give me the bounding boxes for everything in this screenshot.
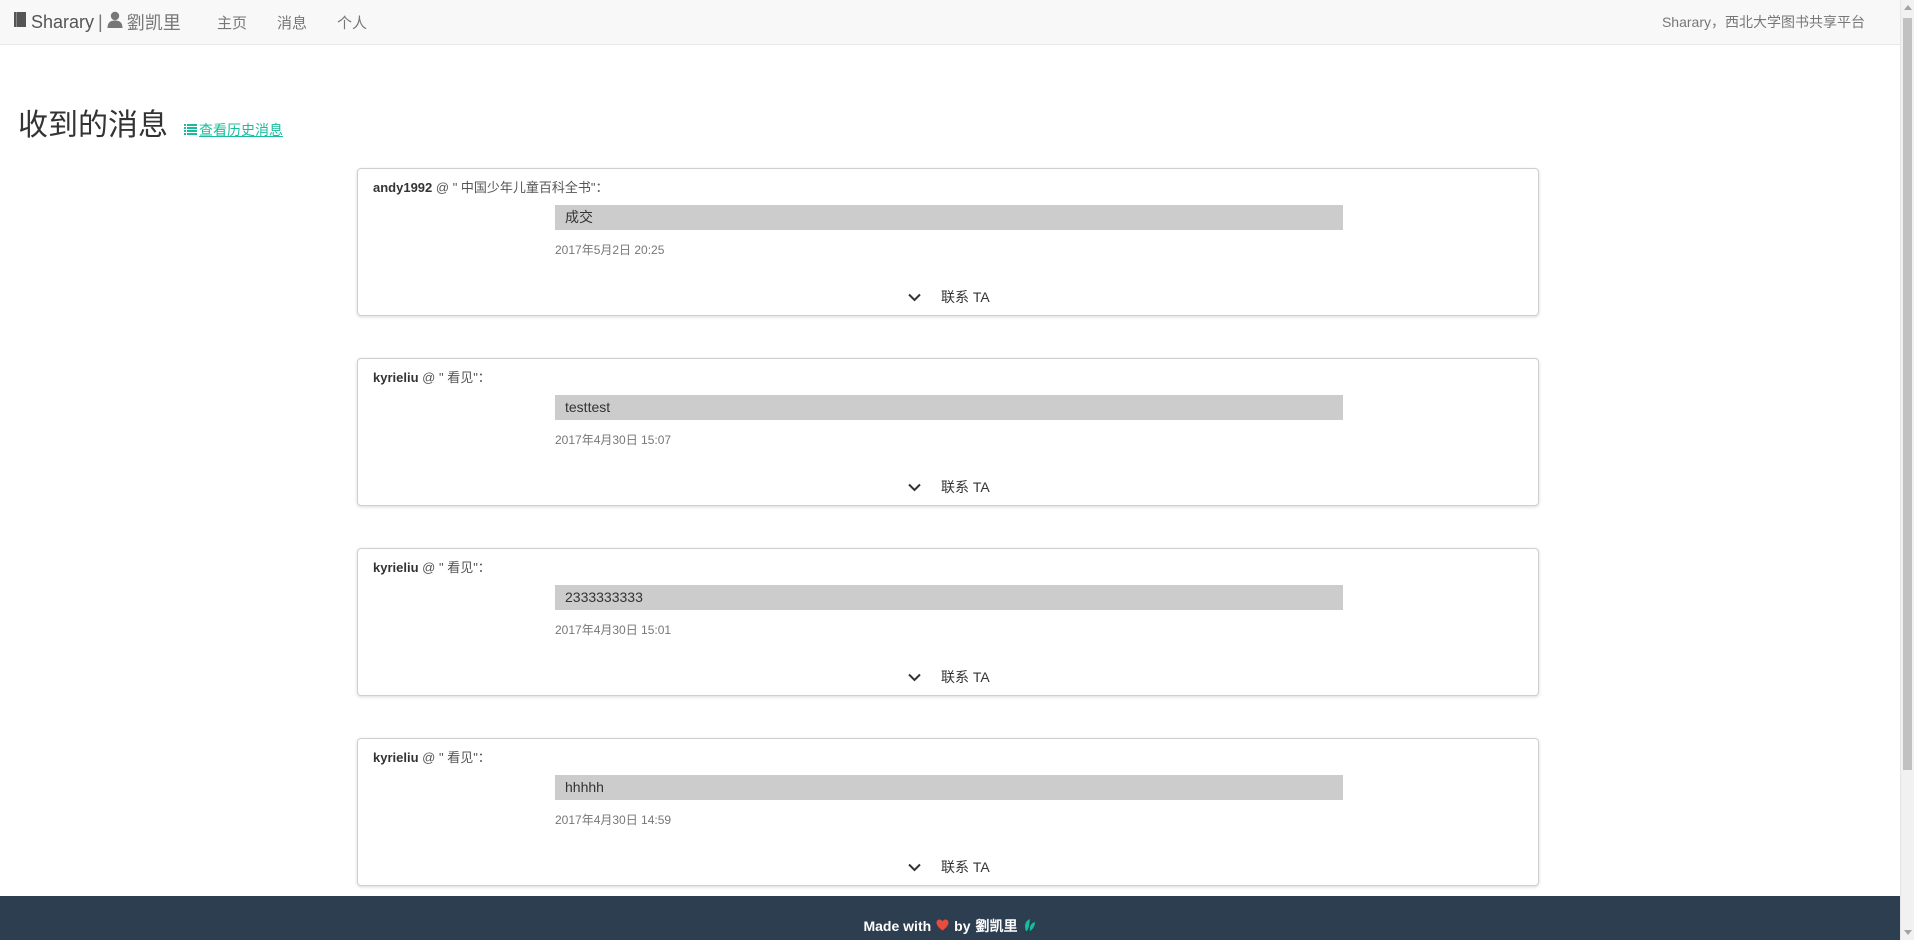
contact-button-label: 联系 TA — [941, 479, 990, 495]
message-book-ref: @ " 看见"： — [422, 750, 491, 765]
nav-link-profile[interactable]: 个人 — [322, 12, 382, 33]
brand-user: 劉凯里 — [126, 13, 181, 33]
contact-button[interactable]: 联系 TA — [908, 857, 990, 877]
footer-credits: Made with by 劉凯里 — [0, 916, 1900, 936]
contact-button[interactable]: 联系 TA — [908, 477, 990, 497]
page: Sharary | 劉凯里 主页 消息 个人 Sharary，西北大学图书共享平… — [0, 0, 1914, 940]
contact-button-label: 联系 TA — [941, 859, 990, 875]
brand-name: Sharary — [31, 11, 95, 32]
history-link[interactable]: 查看历史消息 — [184, 120, 283, 140]
leaf-icon — [1023, 918, 1037, 935]
list-icon — [184, 122, 197, 138]
footer-made-with: Made with — [863, 918, 932, 934]
brand[interactable]: Sharary | 劉凯里 — [13, 10, 181, 34]
nav-link-messages[interactable]: 消息 — [262, 12, 322, 33]
chevron-down-icon — [908, 479, 921, 495]
book-icon — [13, 11, 27, 33]
message-list: andy1992 @ " 中国少年儿童百科全书"： 成交 2017年5月2日 2… — [357, 168, 1539, 928]
message-book-ref: @ " 中国少年儿童百科全书"： — [435, 180, 609, 195]
contact-button[interactable]: 联系 TA — [908, 667, 990, 687]
message-text: 2333333333 — [555, 585, 1343, 610]
message-header: andy1992 @ " 中国少年儿童百科全书"： — [373, 177, 609, 196]
footer: Made with by 劉凯里 — [0, 896, 1900, 940]
scroll-up-icon[interactable] — [1904, 5, 1912, 10]
message-header: kyrieliu @ " 看见"： — [373, 557, 491, 576]
nav-link-home[interactable]: 主页 — [202, 12, 262, 33]
nav-links: 主页 消息 个人 — [202, 0, 382, 45]
message-sender[interactable]: kyrieliu — [373, 370, 419, 385]
chevron-down-icon — [908, 669, 921, 685]
scroll-down-icon[interactable] — [1904, 930, 1912, 935]
message-card: kyrieliu @ " 看见"： hhhhh 2017年4月30日 14:59… — [357, 738, 1539, 886]
message-card: kyrieliu @ " 看见"： 2333333333 2017年4月30日 … — [357, 548, 1539, 696]
contact-button[interactable]: 联系 TA — [908, 287, 990, 307]
contact-button-label: 联系 TA — [941, 289, 990, 305]
message-book-ref: @ " 看见"： — [422, 560, 491, 575]
page-title: 收到的消息 — [18, 108, 168, 143]
scroll-thumb[interactable] — [1903, 18, 1912, 770]
history-link-label: 查看历史消息 — [199, 122, 283, 138]
message-sender[interactable]: andy1992 — [373, 180, 432, 195]
message-book-ref: @ " 看见"： — [422, 370, 491, 385]
message-time: 2017年4月30日 15:01 — [555, 623, 672, 637]
contact-button-label: 联系 TA — [941, 669, 990, 685]
page-header: 收到的消息 查看历史消息 — [18, 100, 283, 144]
user-icon — [107, 11, 123, 33]
scrollbar[interactable] — [1900, 0, 1914, 940]
message-card: kyrieliu @ " 看见"： testtest 2017年4月30日 15… — [357, 358, 1539, 506]
message-card: andy1992 @ " 中国少年儿童百科全书"： 成交 2017年5月2日 2… — [357, 168, 1539, 316]
chevron-down-icon — [908, 289, 921, 305]
message-sender[interactable]: kyrieliu — [373, 560, 419, 575]
message-header: kyrieliu @ " 看见"： — [373, 747, 491, 766]
footer-author[interactable]: 劉凯里 — [976, 916, 1018, 936]
site-tagline: Sharary，西北大学图书共享平台 — [1661, 14, 1865, 30]
message-sender[interactable]: kyrieliu — [373, 750, 419, 765]
message-text: testtest — [555, 395, 1343, 420]
message-header: kyrieliu @ " 看见"： — [373, 367, 491, 386]
message-time: 2017年5月2日 20:25 — [555, 243, 665, 257]
navbar: Sharary | 劉凯里 主页 消息 个人 Sharary，西北大学图书共享平… — [0, 0, 1900, 45]
brand-separator: | — [98, 11, 103, 32]
message-time: 2017年4月30日 14:59 — [555, 813, 672, 827]
message-time: 2017年4月30日 15:07 — [555, 433, 672, 447]
message-text: 成交 — [555, 205, 1343, 230]
chevron-down-icon — [908, 859, 921, 875]
message-text: hhhhh — [555, 775, 1343, 800]
footer-by: by — [954, 918, 971, 934]
heart-icon — [936, 918, 949, 934]
